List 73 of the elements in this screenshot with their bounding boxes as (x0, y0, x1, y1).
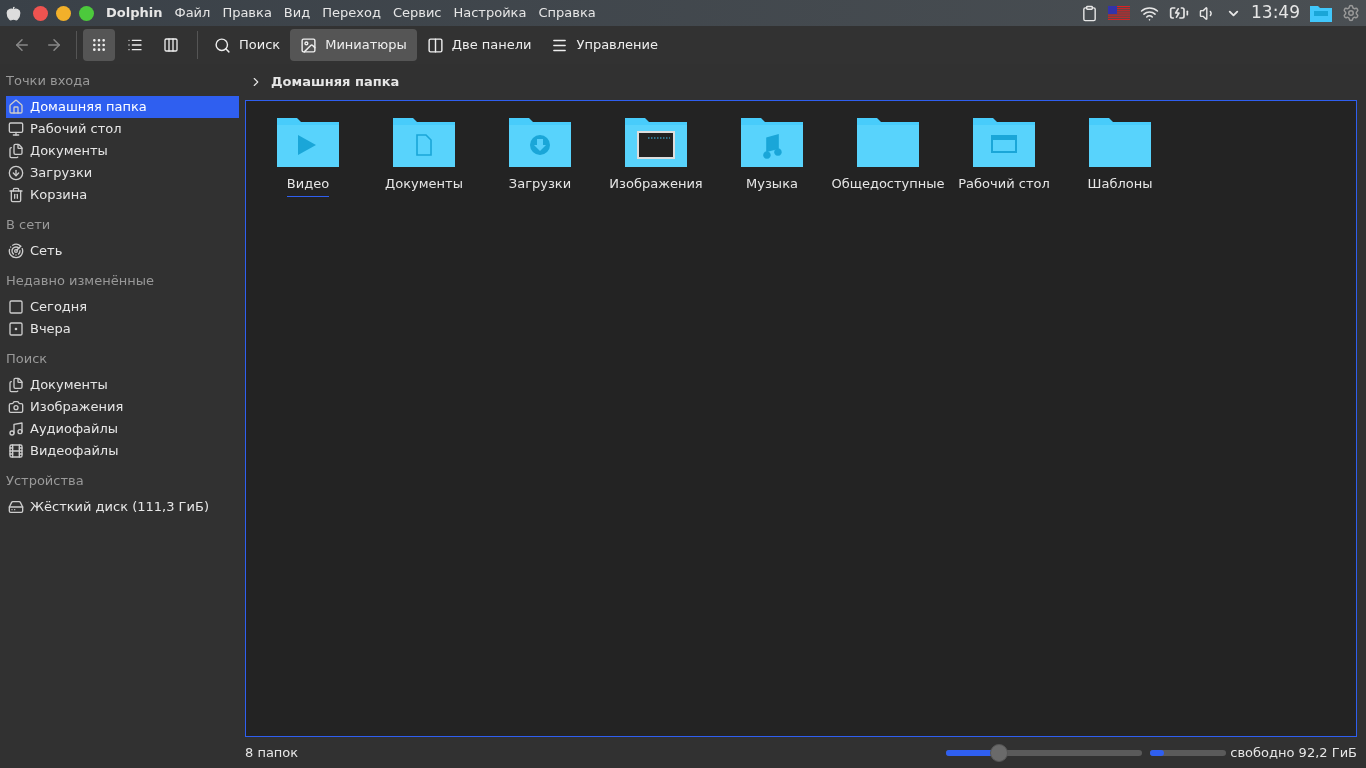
zoom-slider[interactable] (946, 743, 1143, 762)
sidebar-item[interactable]: Корзина (6, 184, 239, 206)
folder-icon (508, 116, 572, 168)
menu-item[interactable]: Сервис (392, 3, 442, 23)
folder-icon (624, 116, 688, 168)
folder-label[interactable]: Музыка (746, 174, 798, 197)
split-panel-icon (426, 36, 444, 54)
folder-icon (740, 116, 804, 168)
documents-icon (8, 143, 24, 159)
app-name: Dolphin (106, 4, 163, 23)
sidebar-item[interactable]: Загрузки (6, 162, 239, 184)
sidebar-item[interactable]: Сегодня (6, 296, 239, 318)
section-heading: Точки входа (6, 72, 92, 90)
home-icon (8, 99, 24, 115)
folder-label[interactable]: Документы (385, 174, 463, 197)
menu-item[interactable]: Файл (174, 3, 211, 23)
apple-icon[interactable] (6, 5, 21, 21)
sidebar-item[interactable]: Видеофайлы (6, 440, 239, 462)
folder-label[interactable]: Загрузки (508, 174, 572, 197)
toolbar-button[interactable]: Поиск (204, 29, 291, 61)
slider-thumb[interactable] (990, 743, 1009, 762)
folder-icon (276, 116, 340, 168)
folder-icon (1088, 116, 1152, 168)
sidebar-item[interactable]: Вчера (6, 318, 239, 340)
folder-label[interactable]: Изображения (609, 174, 703, 197)
breadcrumb-item[interactable]: Домашняя папка (271, 72, 400, 92)
images-icon (8, 399, 24, 415)
view-mode-button[interactable] (83, 29, 115, 61)
folder-label[interactable]: Видео (286, 174, 330, 197)
toolbar-button[interactable]: Управление (541, 29, 669, 61)
sidebar-item[interactable]: Рабочий стол (6, 118, 239, 140)
image-icon (300, 36, 318, 54)
desktop-icon (8, 121, 24, 137)
documents-icon (8, 377, 24, 393)
audio-icon (8, 421, 24, 437)
sidebar-item[interactable]: Жёсткий диск (111,3 ГиБ) (6, 496, 239, 518)
menu-item[interactable]: Правка (222, 3, 272, 23)
settings-icon[interactable] (1342, 4, 1360, 22)
folder-icon (972, 116, 1036, 168)
list-icon (127, 37, 143, 53)
sidebar-item[interactable]: Документы (6, 140, 239, 162)
trash-icon (8, 187, 24, 203)
folder-label[interactable]: Шаблоны (1087, 174, 1153, 197)
status-text: 8 папок (245, 743, 299, 762)
menu-item[interactable]: Справка (538, 3, 596, 23)
sidebar-item[interactable]: Сеть (6, 240, 239, 262)
video-icon (8, 443, 24, 459)
folder-label[interactable]: Общедоступные (831, 174, 945, 197)
section-heading: Недавно изменённые (6, 272, 155, 290)
sidebar-item[interactable]: Аудиофайлы (6, 418, 239, 440)
sidebar-item[interactable]: Домашняя папка (6, 96, 239, 118)
menu-item[interactable]: Переход (322, 3, 381, 23)
toolbar-button[interactable]: Миниатюры (290, 29, 417, 61)
folder-icon (856, 116, 920, 168)
clipboard-icon[interactable] (1081, 4, 1098, 22)
toolbar-button[interactable]: Две панели (416, 29, 542, 61)
menu-item[interactable]: Вид (283, 3, 311, 23)
section-heading: Поиск (6, 350, 49, 368)
grid-icon (91, 37, 107, 53)
columns-icon (163, 37, 179, 53)
section-heading: В сети (6, 216, 52, 234)
folder-icon (392, 116, 456, 168)
menu-item[interactable]: Настройка (453, 3, 527, 23)
clock[interactable]: 13:49 (1251, 0, 1300, 26)
folder-icon[interactable] (1310, 4, 1332, 22)
free-space-text: свободно 92,2 ГиБ (1230, 743, 1357, 762)
arrow-right-icon (45, 36, 63, 54)
section-heading: Устройства (6, 472, 85, 490)
sidebar-item[interactable]: Документы (6, 374, 239, 396)
sidebar-item[interactable]: Изображения (6, 396, 239, 418)
folder-label[interactable]: Рабочий стол (958, 174, 1050, 197)
downloads-icon (8, 165, 24, 181)
search-icon (214, 36, 231, 54)
